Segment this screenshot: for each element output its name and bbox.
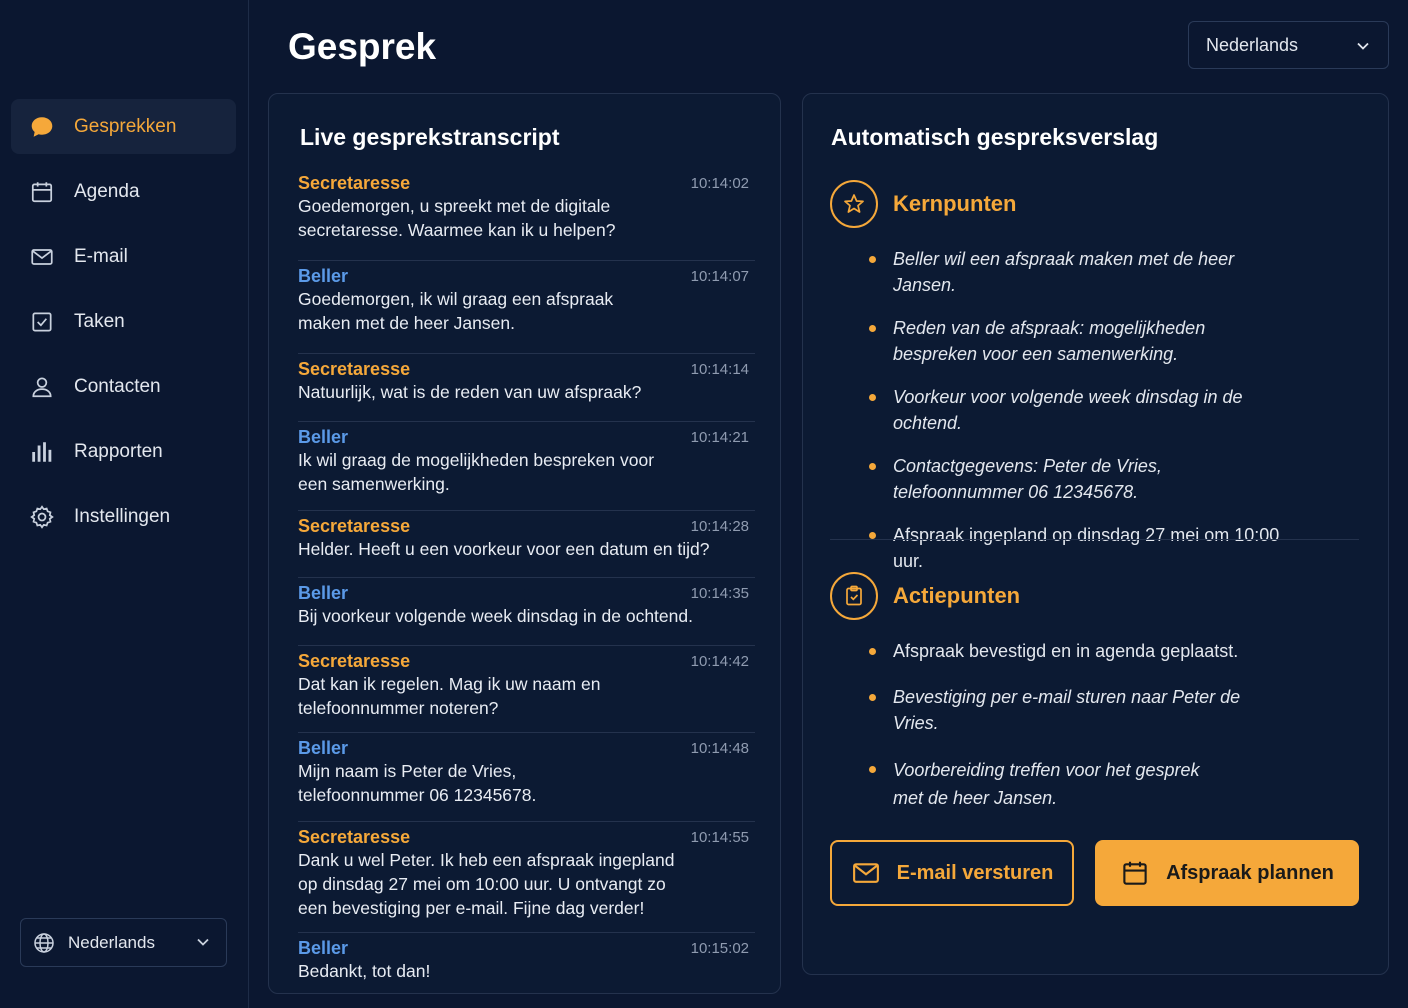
message-text: Bedankt, tot dan!: [298, 961, 431, 981]
send-email-button[interactable]: E-mail versturen: [830, 840, 1074, 906]
message-speaker: Secretaresse: [298, 651, 411, 671]
message-text: Goedemorgen, ik wil graag een afspraak m…: [298, 289, 614, 333]
message-time: 10:14:07: [690, 268, 749, 285]
user-icon: [29, 374, 55, 400]
transcript-message: Beller 10:14:48 Mijn naam is Peter de Vr…: [298, 733, 755, 822]
message-time: 10:14:28: [690, 518, 749, 535]
page-title: Gesprek: [288, 26, 437, 67]
transcript-title: Live gesprekstranscript: [300, 124, 560, 150]
message-speaker: Beller: [298, 266, 349, 286]
list-item: Voorbereiding treffen voor het gesprek m…: [869, 756, 1289, 812]
message-text: Goedemorgen, u spreekt met de digitale s…: [298, 196, 616, 240]
list-item: Bevestiging per e-mail sturen naar Peter…: [869, 684, 1289, 736]
sidebar-item-contacten[interactable]: Contacten: [11, 359, 236, 414]
mail-icon: [852, 863, 879, 883]
message-speaker: Beller: [298, 583, 349, 603]
list-item: Reden van de afspraak: mogelijkheden bes…: [869, 315, 1289, 367]
list-item: Afspraak ingepland op dinsdag 27 mei om …: [869, 522, 1309, 574]
sidebar-item-label: Agenda: [74, 180, 140, 202]
sidebar-item-label: Contacten: [74, 375, 161, 397]
transcript-message: Beller 10:15:02 Bedankt, tot dan!: [298, 933, 755, 993]
schedule-appointment-label: Afspraak plannen: [1166, 861, 1334, 884]
message-time: 10:14:42: [690, 653, 749, 670]
sidebar-item-agenda[interactable]: Agenda: [11, 164, 236, 219]
language-select-value: Nederlands: [1206, 34, 1299, 55]
transcript-message: Beller 10:14:21 Ik wil graag de mogelijk…: [298, 422, 755, 511]
sidebar-item-label: Instellingen: [74, 505, 171, 527]
star-icon: [830, 180, 878, 228]
schedule-appointment-button[interactable]: Afspraak plannen: [1095, 840, 1359, 906]
sidebar-item-rapporten[interactable]: Rapporten: [11, 424, 236, 479]
chevron-down-icon: [1357, 42, 1369, 50]
globe-icon: [34, 932, 54, 953]
transcript-message: Secretaresse 10:14:14 Natuurlijk, wat is…: [298, 354, 755, 422]
transcript-message: Beller 10:14:35 Bij voorkeur volgende we…: [298, 578, 755, 646]
calendar-icon: [29, 179, 55, 205]
kernpunten-label: Kernpunten: [893, 191, 1017, 216]
checkbox-icon: [29, 309, 55, 335]
actiepunten-list: Afspraak bevestigd en in agenda geplaats…: [869, 638, 1289, 812]
message-text: Dat kan ik regelen. Mag ik uw naam en te…: [298, 674, 601, 718]
mail-icon: [29, 244, 55, 270]
message-speaker: Beller: [298, 938, 349, 958]
sidebar-language-value: Nederlands: [68, 932, 155, 952]
actiepunten-header: Actiepunten: [830, 572, 1020, 620]
report-panel: Automatisch gespreksverslag Kernpunten B…: [802, 93, 1389, 975]
sidebar-item-gesprekken[interactable]: Gesprekken: [11, 99, 236, 154]
sidebar-nav: Gesprekken Agenda E-mail Taken Contacten: [11, 99, 236, 554]
message-text: Helder. Heeft u een voorkeur voor een da…: [298, 539, 710, 559]
sidebar-item-label: Taken: [74, 310, 125, 332]
message-time: 10:14:02: [690, 175, 749, 192]
kernpunten-header: Kernpunten: [830, 180, 1016, 228]
message-time: 10:15:02: [690, 940, 749, 957]
transcript-messages[interactable]: Secretaresse 10:14:02 Goedemorgen, u spr…: [298, 168, 755, 993]
clipboard-check-icon: [830, 572, 878, 620]
list-item: Contactgegevens: Peter de Vries, telefoo…: [869, 453, 1289, 505]
message-text: Mijn naam is Peter de Vries, telefoonnum…: [298, 761, 537, 805]
transcript-message: Secretaresse 10:14:02 Goedemorgen, u spr…: [298, 168, 755, 261]
language-select[interactable]: Nederlands: [1188, 21, 1389, 69]
message-time: 10:14:55: [690, 829, 749, 846]
sidebar-item-email[interactable]: E-mail: [11, 229, 236, 284]
message-time: 10:14:48: [690, 740, 749, 757]
message-speaker: Secretaresse: [298, 516, 411, 536]
message-speaker: Beller: [298, 738, 349, 758]
sidebar-item-instellingen[interactable]: Instellingen: [11, 489, 236, 544]
transcript-panel: Live gesprekstranscript Secretaresse 10:…: [268, 93, 781, 994]
send-email-label: E-mail versturen: [896, 861, 1054, 884]
message-time: 10:14:14: [690, 361, 749, 378]
section-divider: [830, 539, 1359, 540]
calendar-icon: [1123, 861, 1147, 885]
message-time: 10:14:35: [690, 585, 749, 602]
bar-chart-icon: [29, 439, 55, 465]
message-text: Ik wil graag de mogelijkheden bespreken …: [298, 450, 655, 494]
actiepunten-label: Actiepunten: [893, 583, 1021, 608]
message-speaker: Secretaresse: [298, 173, 411, 193]
sidebar-item-label: Rapporten: [74, 440, 163, 462]
sidebar-item-label: Gesprekken: [74, 115, 177, 137]
transcript-message: Secretaresse 10:14:55 Dank u wel Peter. …: [298, 822, 755, 933]
sidebar-item-label: E-mail: [74, 245, 128, 267]
list-item: Afspraak bevestigd en in agenda geplaats…: [869, 638, 1289, 664]
report-title: Automatisch gespreksverslag: [831, 124, 1159, 150]
message-text: Bij voorkeur volgende week dinsdag in de…: [298, 606, 693, 626]
message-speaker: Secretaresse: [298, 827, 411, 847]
chevron-down-icon: [197, 938, 209, 946]
sidebar-item-taken[interactable]: Taken: [11, 294, 236, 349]
gear-icon: [29, 504, 55, 530]
transcript-message: Beller 10:14:07 Goedemorgen, ik wil graa…: [298, 261, 755, 354]
message-text: Dank u wel Peter. Ik heb een afspraak in…: [298, 850, 675, 918]
list-item: Beller wil een afspraak maken met de hee…: [869, 246, 1289, 298]
message-speaker: Beller: [298, 427, 349, 447]
chat-bubble-icon: [29, 114, 55, 140]
sidebar: Gesprekken Agenda E-mail Taken Contacten: [0, 0, 249, 1008]
transcript-message: Secretaresse 10:14:28 Helder. Heeft u ee…: [298, 511, 755, 578]
list-item: Voorkeur voor volgende week dinsdag in d…: [869, 384, 1309, 436]
transcript-message: Secretaresse 10:14:42 Dat kan ik regelen…: [298, 646, 755, 733]
sidebar-language-select[interactable]: Nederlands: [20, 918, 227, 967]
kernpunten-list: Beller wil een afspraak maken met de hee…: [869, 246, 1289, 574]
message-text: Natuurlijk, wat is de reden van uw afspr…: [298, 382, 642, 402]
message-speaker: Secretaresse: [298, 359, 411, 379]
message-time: 10:14:21: [690, 429, 749, 446]
